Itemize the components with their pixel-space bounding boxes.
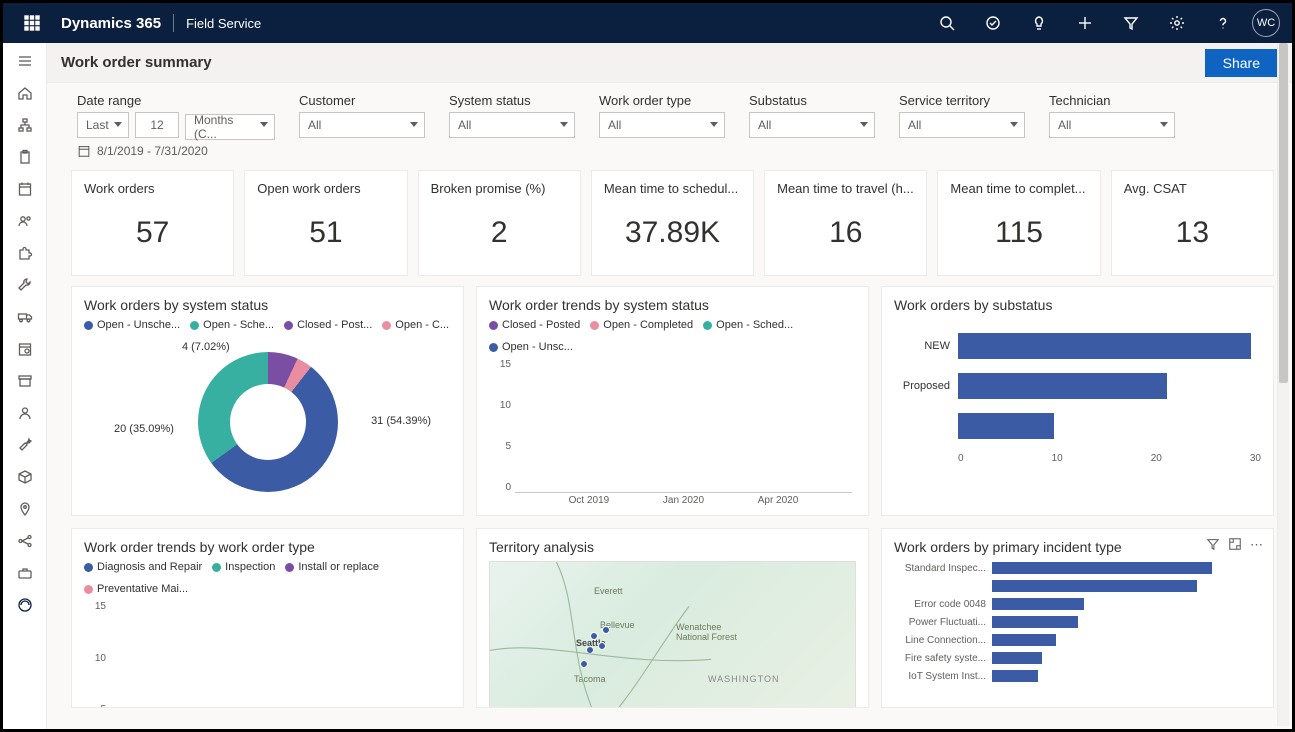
filter-icon[interactable] [1114,3,1148,43]
analytics-icon[interactable] [11,593,39,617]
bar-chart: 15105 [84,601,451,708]
plus-icon[interactable] [1068,3,1102,43]
brand-label: Dynamics 365 [61,15,161,32]
wrench-icon[interactable] [11,433,39,457]
help-icon[interactable] [1206,3,1240,43]
donut-chart: 31 (54.39%) 20 (35.09%) 4 (7.02%) [84,337,451,507]
menu-icon[interactable] [11,49,39,73]
people-icon[interactable] [11,209,39,233]
calendar-range-icon [77,144,91,158]
filter-label: Date range [77,93,275,108]
charts-grid: Work orders by system status Open - Unsc… [47,286,1292,718]
home-icon[interactable] [11,81,39,105]
search-icon[interactable] [930,3,964,43]
page-title: Work order summary [61,54,212,71]
kpi-card[interactable]: Mean time to schedul...37.89K [591,170,754,276]
date-last-select[interactable]: Last [77,112,129,138]
card-wo-by-substatus[interactable]: Work orders by substatus NEW Proposed 01… [881,286,1274,516]
page-titlebar: Work order summary Share [47,43,1292,83]
task-icon[interactable] [976,3,1010,43]
calendar-icon[interactable] [11,177,39,201]
map-visual[interactable]: Everett Seattle Bellevue Tacoma WASHINGT… [489,561,856,708]
focus-icon[interactable] [1228,537,1242,554]
chart-legend: Closed - Posted Open - Completed Open - … [489,319,856,353]
truck-icon[interactable] [11,305,39,329]
wotype-select[interactable]: All [599,112,725,138]
card-wo-by-system-status[interactable]: Work orders by system status Open - Unsc… [71,286,464,516]
user-avatar[interactable]: WC [1252,9,1280,37]
map-roads [490,562,855,708]
box-icon[interactable] [11,465,39,489]
filter-customer: Customer All [299,93,425,138]
vertical-scrollbar[interactable] [1277,43,1289,726]
substatus-select[interactable]: All [749,112,875,138]
map-pin-icon[interactable] [11,497,39,521]
filter-technician: Technician All [1049,93,1175,138]
card-trends-by-wotype[interactable]: Work order trends by work order type Dia… [71,528,464,708]
clipboard-icon[interactable] [11,145,39,169]
filter-bar: Date range Last 12 Months (C... Customer… [47,83,1292,142]
app-launcher-icon[interactable] [15,3,49,43]
person-icon[interactable] [11,401,39,425]
more-icon[interactable]: ⋯ [1250,537,1265,554]
territory-select[interactable]: All [899,112,1025,138]
kpi-card[interactable]: Mean time to complet...115 [937,170,1100,276]
schedule-icon[interactable] [11,337,39,361]
sitemap-icon[interactable] [11,113,39,137]
wrench-tool-icon[interactable] [11,273,39,297]
card-toolbar: ⋯ [1206,537,1265,554]
share-button[interactable]: Share [1205,49,1278,77]
global-header: Dynamics 365 Field Service WC [3,3,1292,43]
card-wo-by-incident-type[interactable]: Work orders by primary incident type ⋯ S… [881,528,1274,708]
network-icon[interactable] [11,529,39,553]
case-icon[interactable] [11,561,39,585]
chart-legend: Diagnosis and Repair Inspection Install … [84,561,451,595]
kpi-card[interactable]: Work orders57 [71,170,234,276]
date-range-display: 8/1/2019 - 7/31/2020 [47,142,1292,166]
technician-select[interactable]: All [1049,112,1175,138]
puzzle-icon[interactable] [11,241,39,265]
system-status-select[interactable]: All [449,112,575,138]
archive-icon[interactable] [11,369,39,393]
customer-select[interactable]: All [299,112,425,138]
lightbulb-icon[interactable] [1022,3,1056,43]
filter-territory: Service territory All [899,93,1025,138]
header-divider [173,14,174,32]
left-nav-rail [3,43,47,729]
gear-icon[interactable] [1160,3,1194,43]
main-content: Work order summary Share Date range Last… [47,43,1292,729]
card-territory-analysis[interactable]: Territory analysis Everett Seattle Belle… [476,528,869,708]
date-unit-select[interactable]: Months (C... [185,114,275,140]
filter-substatus: Substatus All [749,93,875,138]
app-name: Field Service [186,16,261,31]
card-trends-by-status[interactable]: Work order trends by system status Close… [476,286,869,516]
filter-icon[interactable] [1206,537,1220,554]
hbar-chart: Standard Inspec... Error code 0048 Power… [894,561,1261,683]
bar-chart: 151050 Oct 2019Jan 2020Ap [489,359,856,509]
kpi-card[interactable]: Mean time to travel (h...16 [764,170,927,276]
chart-legend: Open - Unsche... Open - Sche... Closed -… [84,319,451,331]
kpi-card[interactable]: Open work orders51 [244,170,407,276]
filter-wotype: Work order type All [599,93,725,138]
filter-system-status: System status All [449,93,575,138]
kpi-row: Work orders57 Open work orders51 Broken … [47,166,1292,286]
date-n-input[interactable]: 12 [135,112,179,138]
kpi-card[interactable]: Avg. CSAT13 [1111,170,1274,276]
filter-date-range: Date range Last 12 Months (C... [77,93,275,140]
kpi-card[interactable]: Broken promise (%)2 [418,170,581,276]
